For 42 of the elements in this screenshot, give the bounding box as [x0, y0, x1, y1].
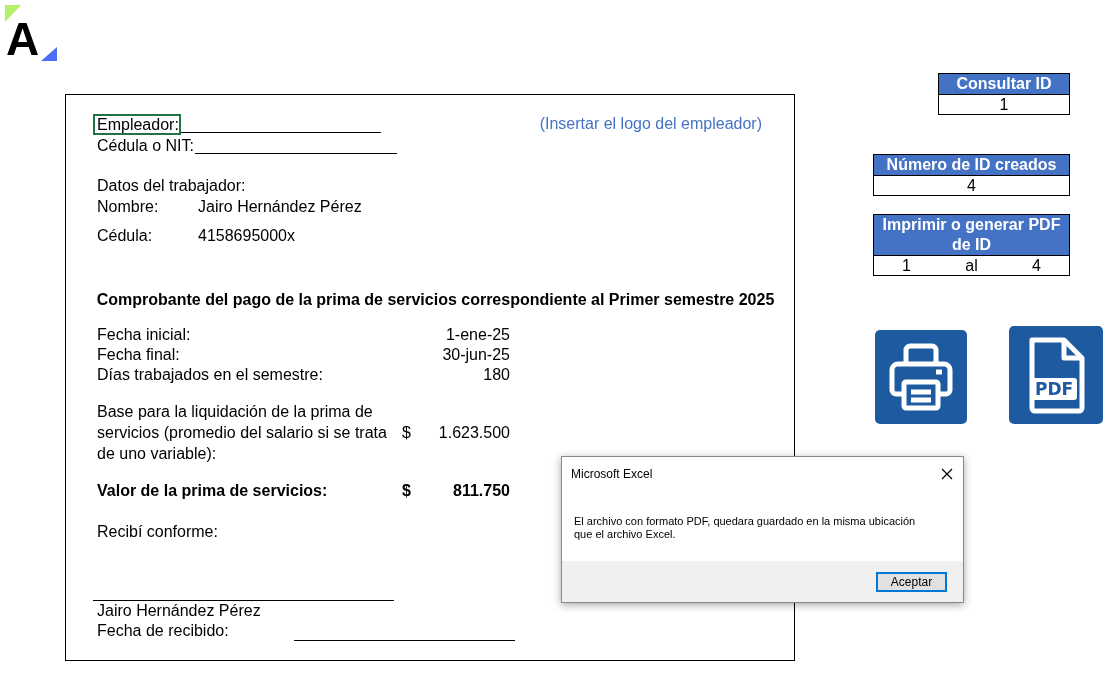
panel-value: 4: [1031, 256, 1042, 275]
field-label: Valor de la prima de servicios:: [97, 481, 329, 501]
field-value: 1-ene-25: [445, 325, 510, 345]
panel-header: Número de ID creados: [874, 155, 1069, 176]
section-heading: Datos del trabajador:: [97, 176, 247, 196]
panel-value: 4: [966, 176, 977, 195]
field-label: Fecha inicial:: [97, 325, 191, 345]
field-label: Fecha de recibido:: [97, 621, 229, 641]
panel-header: Consultar ID: [939, 74, 1069, 95]
receipt-title: Comprobante del pago de la prima de servicios correspondiente al Primer semestre 2025: [95, 290, 776, 310]
field-label: Base para la liquidación de la prima de servicios (promedio del salario si se trata de uno variable):: [97, 402, 387, 464]
field-value: 4158695000x: [198, 226, 295, 246]
field-label[interactable]: Empleador:: [93, 114, 181, 135]
field-label: Días trabajados en el semestre:: [97, 365, 323, 385]
amount: 811.750: [452, 481, 510, 501]
instruction-note: (Insertar el logo del empleador): [539, 114, 762, 134]
panel-header: Imprimir o generar PDF de ID: [874, 215, 1069, 256]
field-label: Nombre:: [97, 197, 160, 217]
field-label: Cédula:: [97, 226, 154, 246]
field-label[interactable]: Cédula o NIT:: [93, 135, 195, 156]
panel-value: al: [964, 256, 979, 275]
triangle-icon: [41, 46, 57, 62]
logo-letter: A: [6, 22, 40, 56]
panel-value: 1: [901, 256, 912, 275]
pdf-button[interactable]: PDF: [1009, 326, 1103, 424]
field-value: 180: [483, 365, 510, 385]
currency-sign: $: [402, 423, 412, 442]
panel-value: 1: [998, 95, 1010, 114]
accept-button[interactable]: Aceptar: [876, 571, 947, 592]
triangle-icon: [5, 5, 21, 22]
pdf-label: PDF: [1031, 378, 1078, 400]
field-value: Jairo Hernández Pérez: [198, 197, 362, 217]
signer-name: Jairo Hernández Pérez: [97, 601, 262, 621]
field-label: Recibí conforme:: [97, 522, 218, 542]
currency-sign: $: [402, 481, 412, 501]
close-icon[interactable]: [941, 468, 953, 480]
print-button[interactable]: [875, 330, 967, 424]
dialog-message: El archivo con formato PDF, quedara guardado en la misma ubicación que el archivo Excel.: [574, 515, 917, 542]
dialog-title: Microsoft Excel: [571, 467, 653, 481]
amount: 1.623.500: [437, 423, 510, 442]
field-label: Fecha final:: [97, 345, 180, 365]
field-value: 30-jun-25: [442, 345, 510, 365]
